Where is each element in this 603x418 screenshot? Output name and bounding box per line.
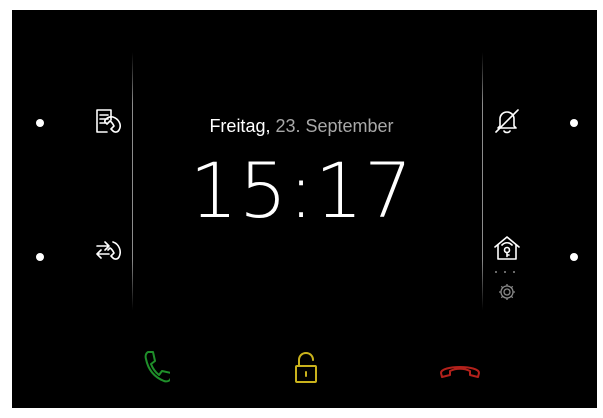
date-text: 23. September <box>270 116 394 136</box>
settings-icon[interactable] <box>497 282 517 307</box>
bell-muted-icon[interactable] <box>492 106 522 141</box>
button-indicator-left-bottom <box>36 253 44 261</box>
end-call-icon[interactable] <box>438 358 482 385</box>
call-forward-icon[interactable] <box>93 234 125 271</box>
accept-call-icon[interactable] <box>140 348 172 393</box>
home-key-icon[interactable] <box>492 233 522 268</box>
clock-display: 15:17 <box>189 146 414 235</box>
weekday-text: Freitag, <box>209 116 271 136</box>
button-indicator-right-bottom <box>570 253 578 261</box>
unlock-door-icon[interactable] <box>292 351 320 390</box>
page-indicator <box>495 271 515 275</box>
